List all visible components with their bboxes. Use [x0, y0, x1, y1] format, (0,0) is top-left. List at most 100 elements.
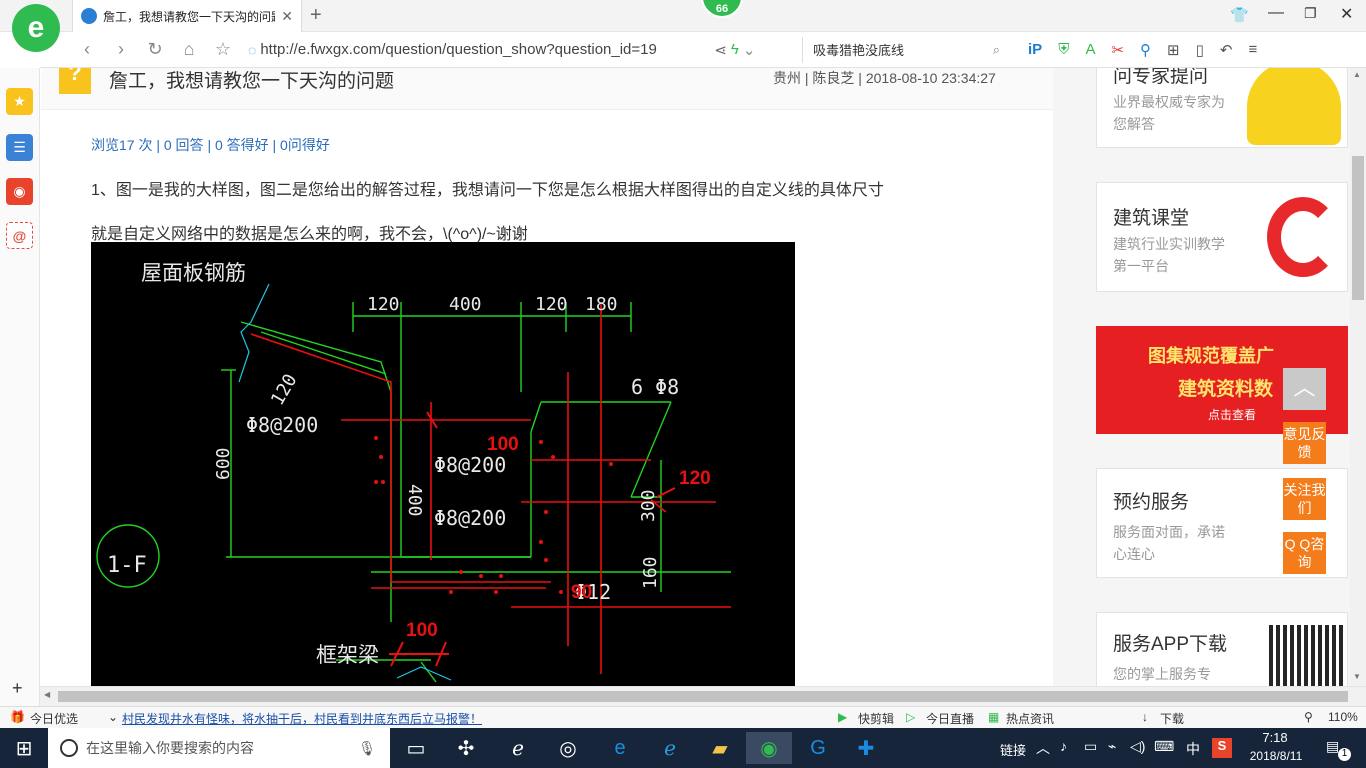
- weibo-icon[interactable]: ◉: [6, 178, 33, 205]
- plus-app-icon[interactable]: ✚: [846, 732, 886, 764]
- scroll-up-icon[interactable]: ▲: [1353, 70, 1361, 79]
- taskbar-search-input[interactable]: 在这里输入你要搜索的内容 🎙: [48, 728, 390, 768]
- browser-statusbar: 🎁 今日优选 ⌄ 村民发现井水有怪味，将水抽干后，村民看到井底东西后立马报警！ …: [0, 706, 1366, 728]
- scissors-icon[interactable]: ✂: [1111, 41, 1124, 59]
- translate-icon[interactable]: A: [1085, 41, 1095, 59]
- scroll-left-icon[interactable]: ◀: [44, 690, 50, 699]
- today-pick-link[interactable]: 今日优选: [30, 710, 78, 727]
- apps-grid-icon[interactable]: ⊞: [1167, 41, 1180, 59]
- forward-icon[interactable]: ›: [104, 39, 138, 60]
- g-app-icon[interactable]: G: [798, 732, 838, 764]
- browser-tab[interactable]: 詹工，我想请教您一下天沟的问题 ✕: [72, 0, 302, 32]
- clock-time[interactable]: 7:18: [1250, 730, 1300, 745]
- maximize-button[interactable]: ❐: [1304, 5, 1317, 22]
- keyboard-icon[interactable]: ⌨: [1154, 738, 1174, 755]
- undo-icon[interactable]: ↶: [1220, 41, 1233, 59]
- label-frame-beam: 框架梁: [316, 643, 379, 667]
- banner-button[interactable]: 点击查看: [1208, 406, 1256, 423]
- close-window-button[interactable]: ✕: [1340, 4, 1353, 24]
- sogou-icon[interactable]: S: [1212, 738, 1232, 758]
- cad-drawing: 屋面板钢筋 框架梁 1-F 120 400 120 180 120 600 40…: [96, 261, 731, 683]
- tray-chevron-icon[interactable]: ︿: [1036, 738, 1050, 758]
- site-info-icon[interactable]: ◌: [248, 42, 256, 58]
- rebar-label-1: Φ8@200: [246, 413, 318, 437]
- cad-detail-image: 屋面板钢筋 框架梁 1-F 120 400 120 180 120 600 40…: [91, 242, 795, 686]
- reading-list-icon[interactable]: ☰: [6, 134, 33, 161]
- dim-3: 120: [535, 294, 568, 315]
- course-card[interactable]: 建筑课堂 建筑行业实训教学第一平台: [1096, 182, 1348, 292]
- shirt-icon[interactable]: 👕: [1230, 6, 1249, 24]
- download-icon: ↓: [1142, 710, 1148, 724]
- url-text[interactable]: http://e.fwxgx.com/question/question_sho…: [260, 41, 710, 58]
- zoom-level[interactable]: 110%: [1328, 710, 1358, 724]
- expert-card[interactable]: 问专家提问 业界最权威专家为您解答: [1096, 68, 1348, 148]
- browser-taskbar-icon[interactable]: ◉: [746, 732, 792, 764]
- task-view-icon[interactable]: ▭: [396, 732, 436, 764]
- file-explorer-icon[interactable]: ▰: [700, 732, 740, 764]
- find-icon[interactable]: ⚲: [1140, 41, 1151, 59]
- vertical-scrollbar[interactable]: ▲ ▼: [1350, 68, 1366, 686]
- qq-consult-button[interactable]: Q Q咨询: [1283, 532, 1326, 574]
- menu-icon[interactable]: ≡: [1248, 41, 1257, 59]
- edge-icon[interactable]: e: [600, 732, 640, 764]
- hot-news-link[interactable]: 热点资讯: [1006, 710, 1054, 727]
- horizontal-scroll-thumb[interactable]: [58, 691, 1348, 702]
- lightning-icon[interactable]: ϟ: [731, 41, 739, 58]
- search-text[interactable]: 吸毒猎艳没底线: [813, 40, 904, 59]
- horizontal-scrollbar[interactable]: ◀: [40, 686, 1366, 706]
- search-icon[interactable]: ⌕: [993, 42, 1000, 58]
- add-sidebar-button[interactable]: +: [12, 678, 23, 699]
- email-icon[interactable]: @: [6, 222, 33, 249]
- vertical-scroll-thumb[interactable]: [1352, 156, 1364, 300]
- feedback-button[interactable]: 意见反馈: [1283, 422, 1326, 464]
- zoom-icon: ⚲: [1304, 710, 1313, 724]
- taskbar-link-label[interactable]: 链接: [1000, 740, 1026, 759]
- home-icon[interactable]: ⌂: [172, 39, 206, 60]
- quick-clip-link[interactable]: 快剪辑: [858, 710, 894, 727]
- download-link[interactable]: 下载: [1160, 710, 1184, 727]
- app-card-title: 服务APP下载: [1113, 634, 1228, 655]
- ime-indicator[interactable]: 中: [1186, 739, 1200, 759]
- volume-icon[interactable]: ◁): [1130, 738, 1145, 755]
- question-stats[interactable]: 浏览17 次 | 0 回答 | 0 答得好 | 0问得好: [91, 135, 330, 155]
- rebar-label-3: Φ8@200: [434, 506, 506, 530]
- appointment-card-desc: 服务面对面，承诺心连心: [1113, 524, 1225, 562]
- search-input[interactable]: 吸毒猎艳没底线 ⌕: [802, 36, 1000, 63]
- refresh-icon[interactable]: ↻: [138, 39, 172, 60]
- clock-date[interactable]: 2018/8/11: [1246, 749, 1306, 763]
- scroll-down-icon[interactable]: ▼: [1353, 672, 1361, 681]
- app-download-card[interactable]: 服务APP下载 您的掌上服务专: [1096, 612, 1348, 686]
- favorites-star-icon[interactable]: ★: [6, 88, 33, 115]
- tab-title: 詹工，我想请教您一下天沟的问题: [103, 9, 276, 24]
- follow-button[interactable]: 关注我们: [1283, 478, 1326, 520]
- fan-app-icon[interactable]: ✣: [446, 732, 486, 764]
- back-to-top-button[interactable]: ︿: [1283, 368, 1326, 410]
- news-ticker-link[interactable]: 村民发现井水有怪味，将水抽干后，村民看到井底东西后立马报警！: [122, 710, 482, 727]
- chrome-like-icon[interactable]: ◎: [548, 732, 588, 764]
- windows-start-icon[interactable]: ⊞: [4, 732, 44, 764]
- minimize-button[interactable]: —: [1268, 4, 1284, 22]
- ip-extension-icon[interactable]: iP: [1028, 41, 1042, 59]
- ie-icon[interactable]: ℯ: [498, 732, 538, 764]
- live-link[interactable]: 今日直播: [926, 710, 974, 727]
- url-dropdown-icon[interactable]: ⌄: [743, 41, 756, 59]
- address-toolbar: ‹ › ↻ ⌂ ☆ ◌ http://e.fwxgx.com/question/…: [40, 32, 1366, 68]
- badge-counter[interactable]: 66: [701, 0, 743, 18]
- url-field[interactable]: ◌ http://e.fwxgx.com/question/question_s…: [248, 37, 788, 63]
- microphone-icon[interactable]: 🎙: [358, 740, 376, 757]
- question-header: ? 詹工，我想请教您一下天沟的问题 贵州 | 陈良芝 | 2018-08-10 …: [41, 68, 1053, 110]
- network-icon[interactable]: ⌁: [1108, 738, 1116, 755]
- dim-9: 160: [640, 556, 661, 589]
- internet-explorer-icon[interactable]: ℯ: [650, 732, 690, 764]
- shield-icon[interactable]: ⛨: [1058, 41, 1069, 59]
- tab-close-icon[interactable]: ✕: [281, 8, 293, 25]
- favorite-star-icon[interactable]: ☆: [206, 39, 240, 60]
- battery-icon[interactable]: ▭: [1084, 738, 1097, 755]
- expert-card-title: 问专家提问: [1113, 68, 1209, 87]
- share-icon[interactable]: ⋖: [714, 41, 727, 59]
- new-tab-button[interactable]: +: [310, 4, 322, 27]
- back-icon[interactable]: ‹: [70, 39, 104, 60]
- phone-icon[interactable]: ▯: [1196, 41, 1204, 59]
- notification-bell-icon[interactable]: ♪: [1060, 738, 1067, 754]
- browser-logo-icon[interactable]: e: [12, 4, 60, 52]
